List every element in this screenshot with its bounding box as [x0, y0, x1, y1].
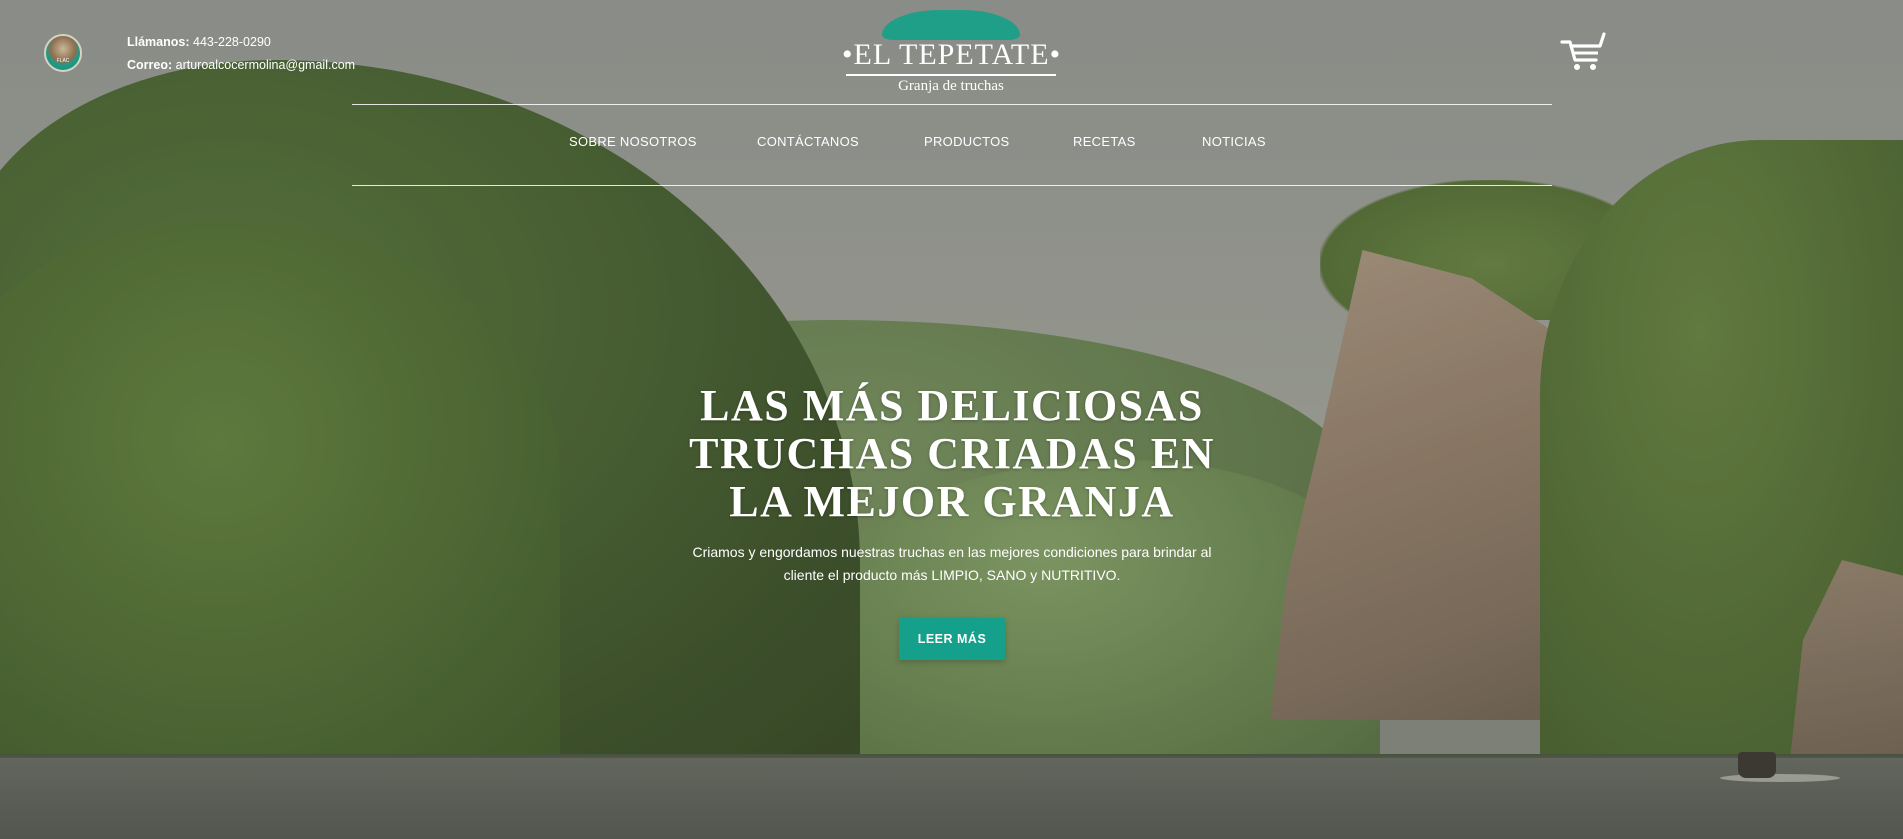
- hero-title-line: LAS MÁS DELICIOSAS: [700, 381, 1204, 430]
- hero-title-line: LA MEJOR GRANJA: [729, 477, 1175, 526]
- nav-item-productos[interactable]: PRODUCTOS: [924, 134, 1010, 149]
- hero-subtitle-line: cliente el producto más LIMPIO, SANO y N…: [783, 567, 1121, 583]
- nav-item-sobre-nosotros[interactable]: SOBRE NOSOTROS: [569, 134, 697, 149]
- site-logo[interactable]: •EL TEPETATE• Granja de truchas: [842, 10, 1060, 96]
- logo-arc-icon: [882, 10, 1020, 40]
- nav-top-divider: [352, 104, 1552, 105]
- certification-badge-icon[interactable]: FLAC: [44, 34, 82, 72]
- phone-contact: Llámanos: 443-228-0290: [127, 35, 271, 49]
- site-header: FLAC Llámanos: 443-228-0290 Correo: artu…: [0, 0, 1903, 104]
- badge-text: FLAC: [56, 58, 70, 64]
- nav-bottom-divider: [352, 185, 1552, 186]
- phone-number[interactable]: 443-228-0290: [193, 35, 271, 49]
- logo-title: •EL TEPETATE•: [842, 38, 1062, 71]
- main-navigation: SOBRE NOSOTROS CONTÁCTANOS PRODUCTOS REC…: [352, 134, 1552, 158]
- nav-item-contactanos[interactable]: CONTÁCTANOS: [757, 134, 859, 149]
- hero-title: LAS MÁS DELICIOSAS TRUCHAS CRIADAS EN LA…: [652, 382, 1252, 526]
- email-contact: Correo: arturoalcocermolina@gmail.com: [127, 58, 355, 72]
- cart-icon[interactable]: [1560, 32, 1608, 72]
- read-more-button[interactable]: LEER MÁS: [899, 618, 1005, 660]
- email-label: Correo:: [127, 58, 173, 72]
- hero-title-line: TRUCHAS CRIADAS EN: [689, 429, 1215, 478]
- nav-item-noticias[interactable]: NOTICIAS: [1202, 134, 1266, 149]
- phone-label: Llámanos:: [127, 35, 190, 49]
- hero-subtitle: Criamos y engordamos nuestras truchas en…: [672, 541, 1232, 587]
- nav-item-recetas[interactable]: RECETAS: [1073, 134, 1136, 149]
- hero-subtitle-line: Criamos y engordamos nuestras truchas en…: [692, 544, 1212, 560]
- email-address[interactable]: arturoalcocermolina@gmail.com: [176, 58, 355, 72]
- logo-subtitle: Granja de truchas: [898, 78, 1004, 94]
- logo-divider: [846, 74, 1056, 76]
